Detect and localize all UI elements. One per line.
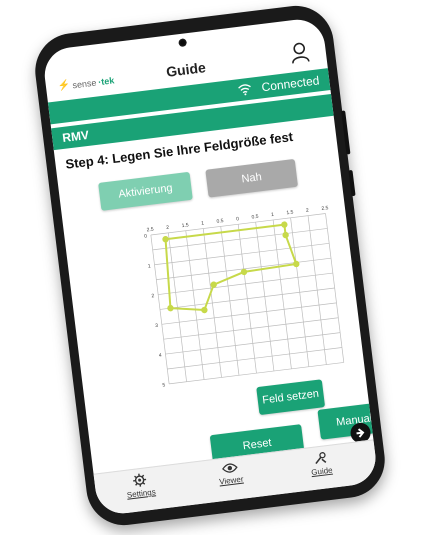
- x-tick-label: 1.5: [286, 209, 294, 216]
- x-tick-label: 2.5: [146, 227, 154, 234]
- tools-icon: [315, 452, 327, 465]
- x-tick-label: 0.5: [251, 214, 259, 221]
- wifi-icon: [238, 84, 251, 96]
- eye-icon: [222, 463, 238, 473]
- tab-viewer-label: Viewer: [218, 474, 244, 487]
- user-icon[interactable]: [288, 40, 311, 64]
- phone-frame: ⚡ sense ·tek Guide Connected RMV Step 4:…: [30, 1, 390, 530]
- tab-settings-label: Settings: [126, 487, 157, 500]
- x-tick-label: 1.5: [181, 222, 189, 229]
- tab-settings[interactable]: Settings: [104, 469, 177, 502]
- tab-guide[interactable]: Guide: [285, 447, 358, 480]
- nah-button[interactable]: Nah: [205, 158, 299, 198]
- arrow-right-icon: [356, 428, 365, 438]
- camera: [178, 38, 188, 48]
- field-chart[interactable]: 2.5 2 1.5 1 0.5 0 0.5 1 1.5 2 2.5 012345: [132, 194, 354, 398]
- x-tick-label: 0.5: [216, 218, 224, 225]
- connection-status: Connected: [260, 73, 321, 95]
- phone-screen: ⚡ sense ·tek Guide Connected RMV Step 4:…: [41, 16, 379, 517]
- tab-viewer[interactable]: Viewer: [194, 458, 266, 489]
- gear-icon: [133, 473, 147, 487]
- feld-setzen-button[interactable]: Feld setzen: [256, 379, 326, 416]
- x-tick-label: 2.5: [321, 205, 329, 212]
- aktivierung-button[interactable]: Aktivierung: [98, 171, 193, 211]
- section-title: RMV: [61, 127, 90, 145]
- tab-guide-label: Guide: [310, 465, 334, 478]
